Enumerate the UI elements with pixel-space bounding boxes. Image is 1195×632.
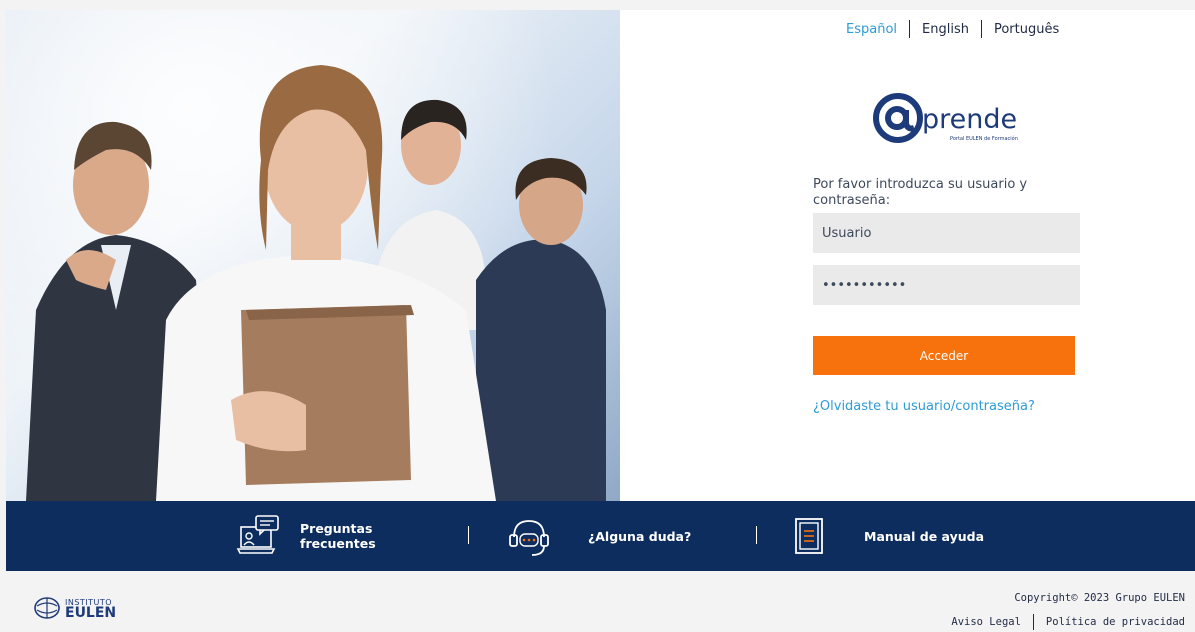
document-icon [795,518,823,554]
manual-item[interactable]: Manual de ayuda [792,501,984,571]
footer: INSTITUTO EULEN Copyright© 2023 Grupo EU… [0,571,1195,632]
eulen-globe-icon [34,597,60,619]
bar-divider [468,526,469,544]
logo-wordmark: prende [922,104,1018,135]
footer-links: Aviso Legal Política de privacidad [951,614,1185,630]
privacy-policy-link[interactable]: Política de privacidad [1046,616,1185,628]
login-button[interactable]: Acceder [813,336,1075,375]
legal-notice-link[interactable]: Aviso Legal [951,616,1021,628]
username-input[interactable] [813,213,1080,253]
headset-icon [509,520,549,556]
faq-label-line2: frecuentes [300,536,376,551]
manual-label: Manual de ayuda [864,528,985,544]
at-sign-icon [873,93,923,143]
faq-label-line1: Preguntas [300,521,373,536]
bar-divider [756,526,757,544]
faq-item[interactable]: Preguntas frecuentes [236,501,376,571]
hero-illustration [26,65,606,501]
lang-espanol[interactable]: Español [846,22,909,37]
copyright-text: Copyright© 2023 Grupo EULEN [1014,592,1185,604]
question-label: ¿Alguna duda? [588,528,692,544]
lang-english[interactable]: English [910,22,981,37]
footer-links-divider [1032,614,1034,630]
password-input[interactable] [813,265,1080,305]
logo-tagline: Portal EULEN de Formación [950,136,1018,142]
login-panel: Español English Português prende Portal … [620,10,1195,501]
login-prompt: Por favor introduzca su usuario y contra… [813,177,1028,208]
language-selector: Español English Português [846,20,1071,38]
institute-line2: EULEN [65,605,117,621]
help-bar: Preguntas frecuentes ¿Alguna duda? Manua… [6,501,1195,571]
faq-laptop-chat-icon [236,515,279,554]
question-item[interactable]: ¿Alguna duda? [506,501,691,571]
forgot-credentials-link[interactable]: ¿Olvidaste tu usuario/contraseña? [813,399,1035,414]
lang-portugues[interactable]: Português [982,22,1071,37]
instituto-eulen-logo: INSTITUTO EULEN [33,596,116,620]
aprende-logo: prende Portal EULEN de Formación [872,92,1032,152]
hero-image [6,10,620,501]
